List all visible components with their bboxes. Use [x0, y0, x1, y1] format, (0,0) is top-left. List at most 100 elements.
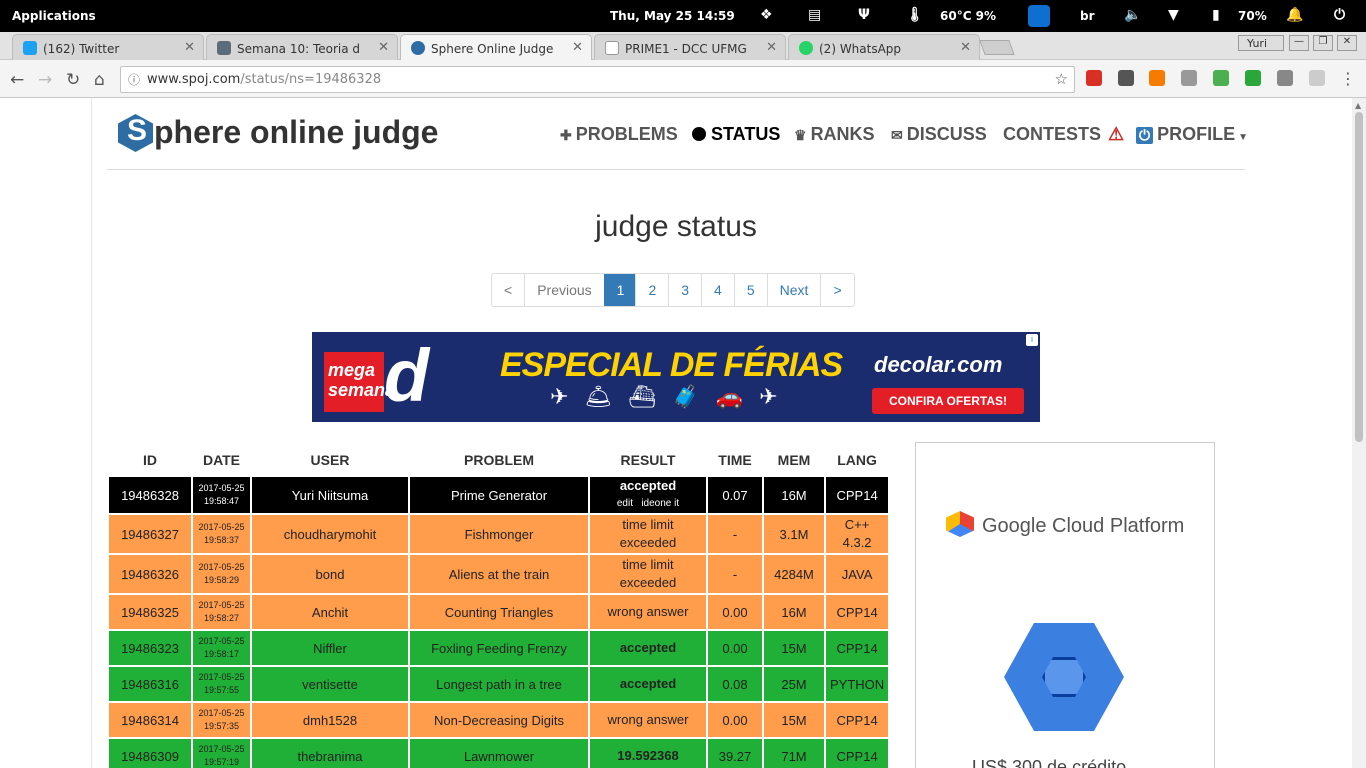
camera-icon[interactable]	[1181, 70, 1197, 86]
applications-menu[interactable]: Applications	[12, 9, 96, 23]
tab-title: Sphere Online Judge	[431, 42, 554, 56]
home-icon[interactable]: ⌂	[94, 70, 105, 90]
close-tab-icon[interactable]: ✕	[572, 40, 583, 55]
pager-last[interactable]: >	[820, 274, 853, 306]
info-icon[interactable]: ⓘ	[128, 71, 140, 88]
submission-id[interactable]: 19486323	[109, 631, 191, 665]
wifi-icon[interactable]: ▼	[1168, 7, 1179, 23]
pager-next[interactable]: Next	[766, 274, 821, 306]
scroll-thumb[interactable]	[1355, 112, 1363, 442]
close-tab-icon[interactable]: ✕	[766, 40, 777, 55]
submission-id[interactable]: 19486309	[109, 739, 191, 768]
problem-link[interactable]: Non-Decreasing Digits	[410, 703, 588, 737]
submission-id[interactable]: 19486325	[109, 595, 191, 629]
nav-problems[interactable]: ✚ PROBLEMS	[560, 124, 678, 145]
minimize-button[interactable]: —	[1289, 35, 1309, 51]
user-link[interactable]: thebranima	[252, 739, 408, 768]
problem-link[interactable]: Longest path in a tree	[410, 667, 588, 701]
ad-info-icon[interactable]: i	[1026, 334, 1038, 346]
pager-page-2[interactable]: 2	[635, 274, 668, 306]
dropbox-icon[interactable]: ❖	[760, 7, 773, 23]
notification-bell-icon[interactable]: 🔔	[1286, 7, 1303, 23]
date: 2017-05-25	[198, 636, 245, 646]
ideone-link[interactable]: ideone it	[641, 498, 679, 509]
user-link[interactable]: bond	[252, 555, 408, 593]
problem-link[interactable]: Fishmonger	[410, 515, 588, 553]
problem-link[interactable]: Aliens at the train	[410, 555, 588, 593]
bookmark-star-icon[interactable]: ☆	[1055, 70, 1068, 88]
close-window-button[interactable]: ✕	[1337, 35, 1357, 51]
close-tab-icon[interactable]: ✕	[184, 40, 195, 55]
time-of-day: 19:57:19	[203, 757, 240, 767]
extension-icon[interactable]	[1309, 70, 1325, 86]
storage-icon[interactable]: ▤	[808, 7, 821, 23]
nav-discuss[interactable]: ✉ DISCUSS	[891, 124, 987, 145]
gmail-icon[interactable]	[1086, 70, 1102, 86]
submission-id[interactable]: 19486328	[109, 477, 191, 513]
user-link[interactable]: Anchit	[252, 595, 408, 629]
user-link[interactable]: dmh1528	[252, 703, 408, 737]
problem-link[interactable]: Lawnmower	[410, 739, 588, 768]
new-tab-button[interactable]	[979, 40, 1015, 55]
menu-icon[interactable]: ⋮	[1340, 69, 1356, 88]
pager-page-5[interactable]: 5	[733, 274, 767, 306]
reload-icon[interactable]: ↻	[66, 70, 80, 90]
time-of-day: 19:58:27	[203, 613, 240, 623]
pager-page-1[interactable]: 1	[603, 274, 636, 306]
close-tab-icon[interactable]: ✕	[378, 40, 389, 55]
clock[interactable]: Thu, May 25 14:59	[610, 9, 735, 23]
pager-page-3[interactable]: 3	[668, 274, 701, 306]
tab-whatsapp[interactable]: (2) WhatsApp ✕	[788, 34, 980, 60]
problem-link[interactable]: Foxling Feeding Frenzy	[410, 631, 588, 665]
result-text: time limit exceeded	[590, 555, 706, 593]
pager-previous[interactable]: Previous	[524, 274, 603, 306]
warning-icon[interactable]: ⚠	[1108, 124, 1124, 145]
edit-link[interactable]: edit	[617, 498, 633, 509]
keyboard-layout[interactable]: br	[1080, 9, 1095, 23]
scroll-up-icon[interactable]: ▲	[1355, 101, 1361, 110]
user-link[interactable]: choudharymohit	[252, 515, 408, 553]
back-icon[interactable]: ←	[10, 70, 24, 90]
nav-contests[interactable]: CONTESTS	[1003, 124, 1101, 145]
jb-icon[interactable]	[1277, 70, 1293, 86]
run-time: -	[708, 555, 762, 593]
keep-icon[interactable]	[1149, 70, 1165, 86]
nav-profile[interactable]: ⏻ PROFILE ▼	[1136, 124, 1248, 145]
submission-id[interactable]: 19486316	[109, 667, 191, 701]
usb-icon[interactable]: Ψ	[858, 7, 870, 23]
user-link[interactable]: Yuri Niitsuma	[252, 477, 408, 513]
page-scrollbar[interactable]: ▲	[1352, 98, 1366, 768]
tab-spoj[interactable]: Sphere Online Judge ✕	[400, 34, 592, 61]
user-link[interactable]: ventisette	[252, 667, 408, 701]
trello-icon	[217, 41, 231, 55]
profile-user-button[interactable]: Yuri	[1238, 35, 1284, 51]
volume-icon[interactable]: 🔈	[1124, 7, 1141, 23]
user-link[interactable]: Niffler	[252, 631, 408, 665]
translate-icon[interactable]	[1213, 70, 1229, 86]
tv-icon[interactable]	[1245, 70, 1261, 86]
side-ad[interactable]: Google Cloud Platform US$ 300 de crédito	[915, 442, 1215, 768]
address-bar[interactable]: ⓘ www.spoj.com/status/ns=19486328 ☆	[120, 66, 1075, 93]
table-row: 19486316 2017-05-25 19:57:55 ventisette L…	[109, 667, 889, 701]
submission-id[interactable]: 19486327	[109, 515, 191, 553]
problem-link[interactable]: Prime Generator	[410, 477, 588, 513]
tab-semana[interactable]: Semana 10: Teoria d ✕	[206, 34, 398, 60]
tab-prime1[interactable]: PRIME1 - DCC UFMG ✕	[594, 34, 786, 60]
tab-twitter[interactable]: (162) Twitter ✕	[12, 34, 204, 60]
pager-first[interactable]: <	[492, 274, 524, 306]
pager-page-4[interactable]: 4	[701, 274, 734, 306]
extension-icon[interactable]	[1118, 70, 1134, 86]
problem-link[interactable]: Counting Triangles	[410, 595, 588, 629]
maximize-button[interactable]: ❐	[1313, 35, 1333, 51]
submission-id[interactable]: 19486314	[109, 703, 191, 737]
teamviewer-icon[interactable]	[1028, 5, 1050, 27]
ad-cta-button[interactable]: CONFIRA OFERTAS!	[872, 388, 1024, 414]
power-icon[interactable]: ⏻	[1334, 7, 1345, 23]
submission-id[interactable]: 19486326	[109, 555, 191, 593]
banner-ad[interactable]: mega semana d ESPECIAL DE FÉRIAS ✈🛎⛴🧳🚗✈ …	[312, 332, 1040, 422]
battery-icon[interactable]: ▮	[1212, 7, 1220, 23]
forward-icon[interactable]: →	[38, 70, 52, 90]
nav-ranks[interactable]: ♛ RANKS	[794, 124, 875, 145]
nav-status[interactable]: STATUS	[692, 124, 780, 145]
close-tab-icon[interactable]: ✕	[960, 40, 971, 55]
